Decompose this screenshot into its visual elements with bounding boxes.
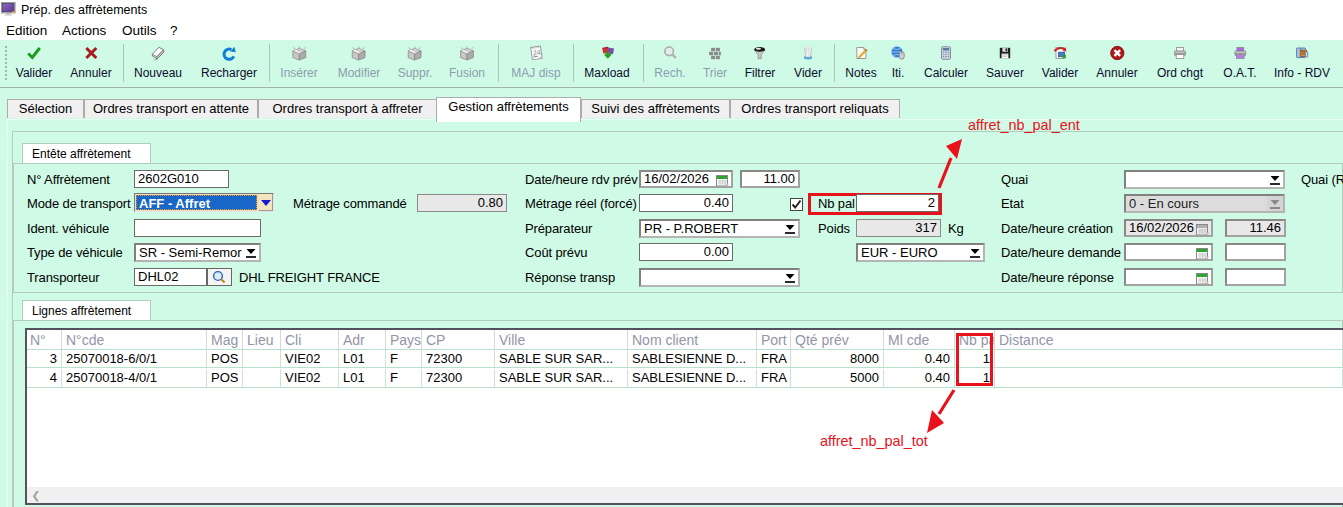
svg-text:24: 24 — [532, 48, 541, 56]
